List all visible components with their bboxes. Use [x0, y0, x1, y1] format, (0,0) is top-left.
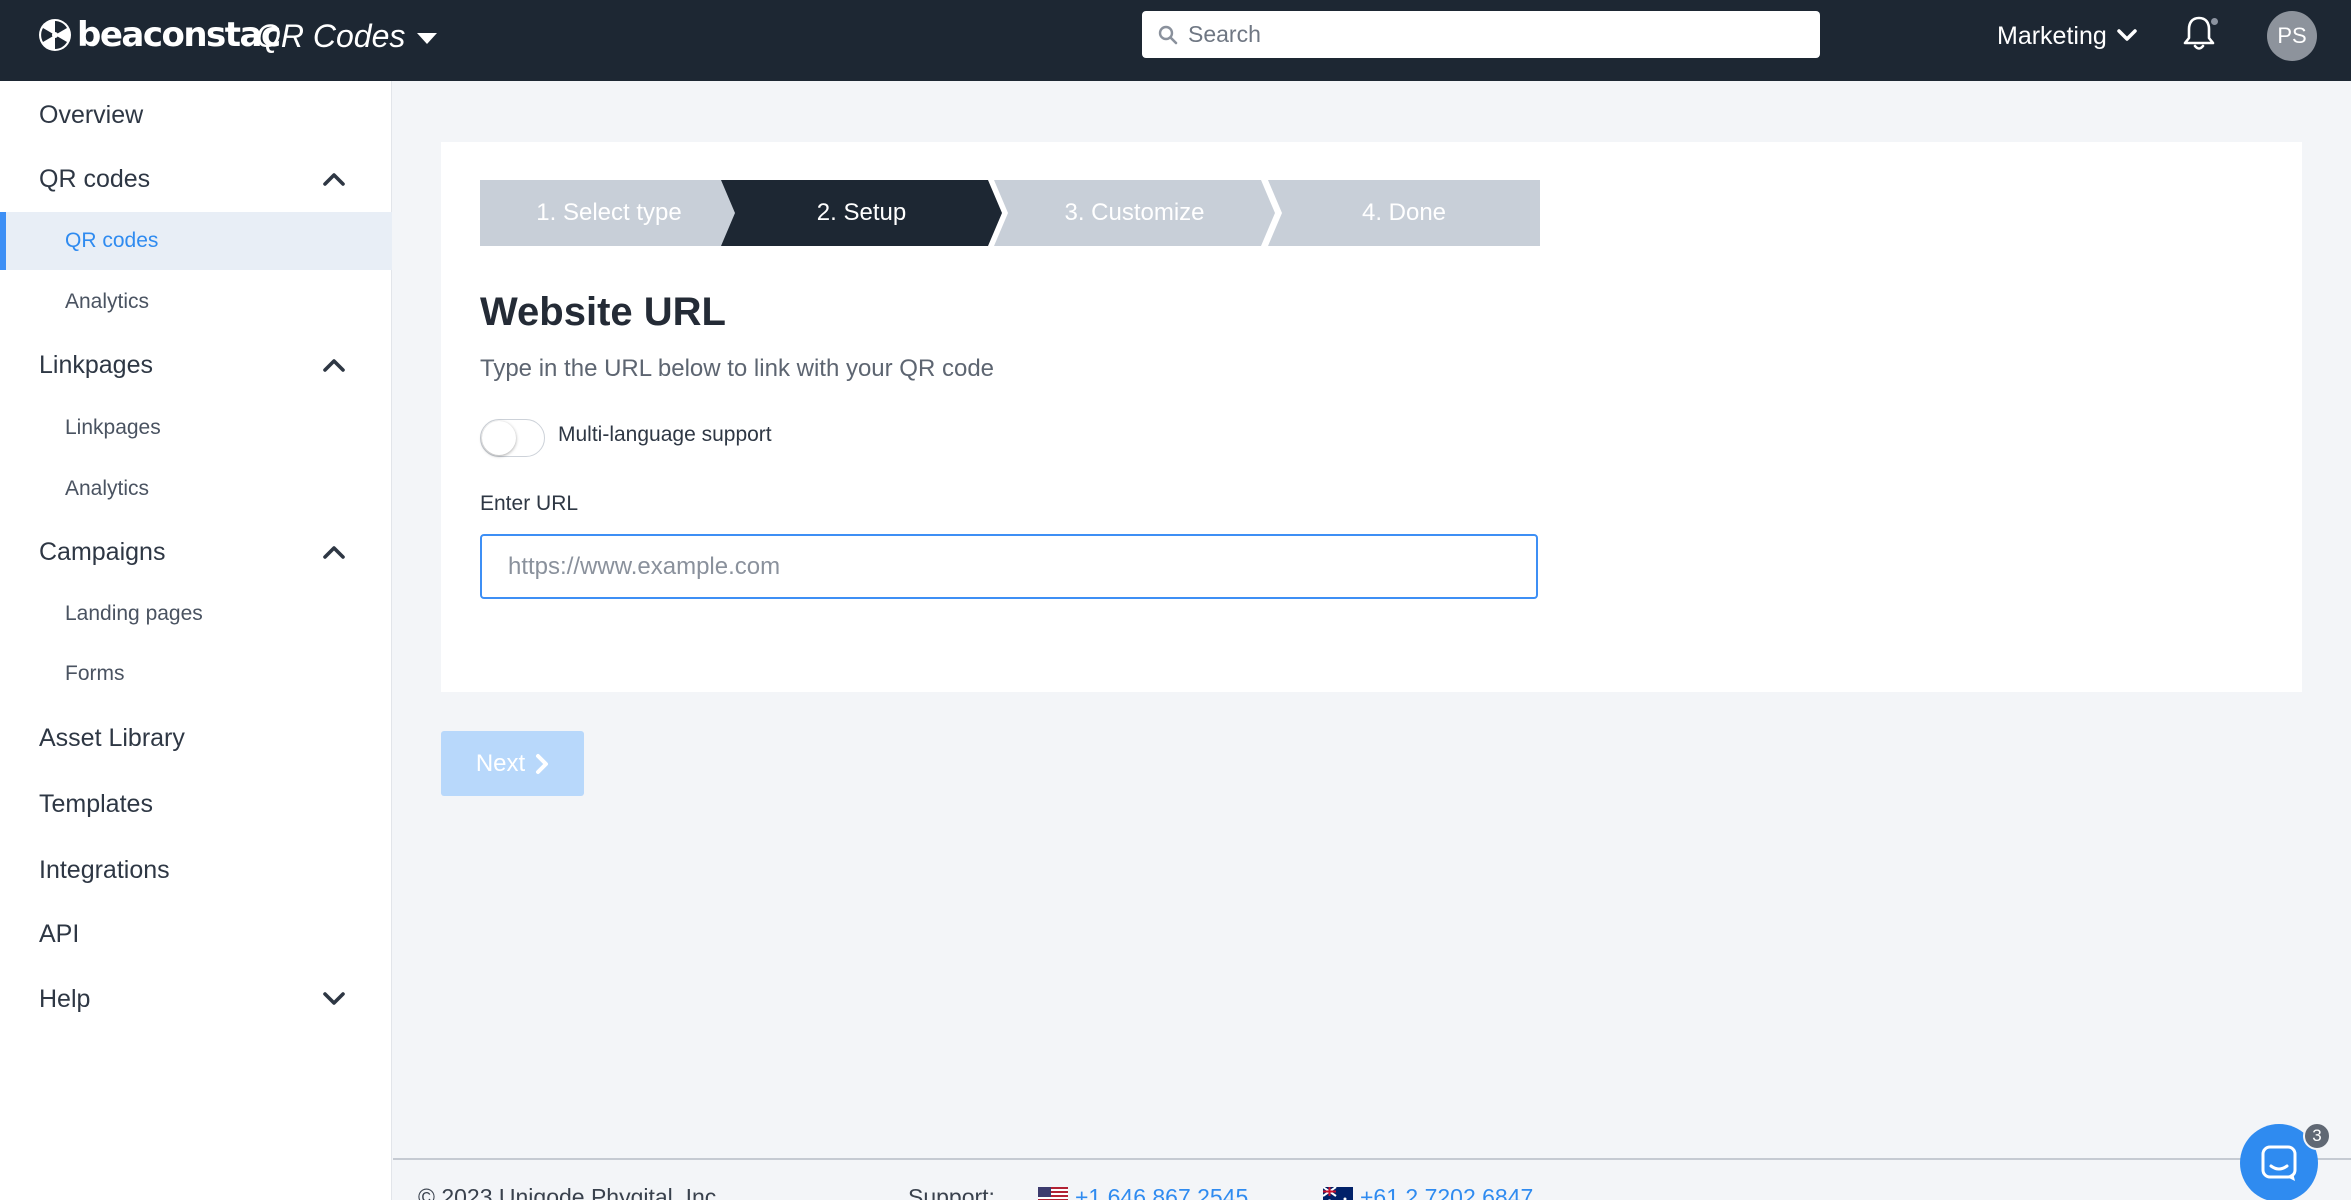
sidebar-item-label: QR codes	[39, 164, 151, 193]
sidebar-item-label: Linkpages	[39, 350, 153, 379]
sidebar-item-label: Analytics	[65, 477, 150, 500]
chevron-up-icon	[323, 359, 345, 372]
chevron-up-icon	[323, 546, 345, 559]
sidebar-item-integrations[interactable]: Integrations	[0, 840, 392, 900]
sidebar-group-campaigns[interactable]: Campaigns	[0, 522, 392, 582]
page-description: Type in the URL below to link with your …	[480, 355, 995, 382]
support-phone-us[interactable]: +1 646 867 2545	[1075, 1184, 1248, 1200]
user-avatar[interactable]: PS	[2267, 11, 2317, 61]
copyright-text: © 2023 Uniqode Phygital, Inc.	[418, 1184, 723, 1200]
sidebar-item-label: Templates	[39, 789, 153, 818]
sidebar-item-forms[interactable]: Forms	[0, 645, 392, 703]
next-button[interactable]: Next	[441, 731, 584, 796]
url-field-label: Enter URL	[480, 492, 579, 515]
beaconstac-logo[interactable]: beaconstac	[38, 15, 281, 55]
multi-language-toggle[interactable]	[480, 419, 545, 457]
sidebar-item-api[interactable]: API	[0, 904, 392, 964]
url-input[interactable]	[480, 534, 1538, 599]
sidebar: Overview QR codes QR codes Analytics Lin…	[0, 81, 392, 1200]
sidebar-item-label: Integrations	[39, 855, 170, 884]
chat-icon	[2261, 1145, 2297, 1181]
notification-dot	[2209, 16, 2220, 27]
search-input[interactable]	[1188, 21, 1788, 48]
sidebar-item-qr-codes[interactable]: QR codes	[0, 212, 392, 270]
support-phone-au[interactable]: +61 2 7202 6847	[1360, 1184, 1533, 1200]
us-flag-icon	[1038, 1187, 1068, 1200]
step-customize[interactable]: 3. Customize	[994, 180, 1275, 246]
progress-stepper: 1. Select type 2. Setup 3. Customize 4. …	[480, 180, 1540, 246]
footer: © 2023 Uniqode Phygital, Inc. Support: +…	[393, 1158, 2351, 1200]
step-label: 2. Setup	[816, 199, 907, 226]
step-setup[interactable]: 2. Setup	[721, 180, 1002, 246]
multi-language-label: Multi-language support	[558, 423, 772, 446]
sidebar-item-label: Analytics	[65, 290, 150, 313]
chevron-up-icon	[323, 173, 345, 186]
notifications-button[interactable]	[2181, 13, 2221, 57]
sidebar-group-linkpages[interactable]: Linkpages	[0, 335, 392, 395]
sidebar-item-templates[interactable]: Templates	[0, 774, 392, 834]
sidebar-item-asset-library[interactable]: Asset Library	[0, 708, 392, 768]
step-select-type[interactable]: 1. Select type	[480, 180, 738, 246]
chat-unread-badge: 3	[2303, 1122, 2331, 1150]
organization-switcher[interactable]: Marketing	[1997, 14, 2137, 58]
sidebar-item-label: Help	[39, 984, 91, 1013]
sidebar-item-overview[interactable]: Overview	[0, 85, 392, 145]
beaconstac-logo-icon	[39, 19, 71, 51]
step-label: 4. Done	[1361, 199, 1447, 226]
sidebar-item-qr-analytics[interactable]: Analytics	[0, 273, 392, 331]
chevron-down-icon	[2117, 29, 2137, 41]
sidebar-item-linkpages-analytics[interactable]: Analytics	[0, 460, 392, 518]
active-indicator	[0, 212, 6, 270]
top-navigation-bar: beaconstac QR Codes Marketing PS	[0, 0, 2351, 81]
sidebar-item-label: Forms	[65, 662, 125, 685]
search-icon	[1158, 25, 1178, 44]
support-label: Support:	[908, 1184, 995, 1200]
sidebar-item-label: QR codes	[65, 229, 159, 252]
sidebar-item-label: API	[39, 919, 80, 948]
sidebar-item-label: Linkpages	[65, 416, 161, 439]
sidebar-item-label: Overview	[39, 100, 144, 129]
sidebar-group-qr-codes[interactable]: QR codes	[0, 149, 392, 209]
page-title: Website URL	[480, 290, 726, 334]
chevron-down-icon	[323, 992, 345, 1005]
product-switcher[interactable]: QR Codes	[256, 14, 438, 58]
search-bar[interactable]	[1142, 11, 1820, 58]
sidebar-item-label: Asset Library	[39, 723, 185, 752]
organization-name: Marketing	[1997, 21, 2107, 50]
step-label: 3. Customize	[1064, 199, 1205, 226]
sidebar-item-label: Landing pages	[65, 602, 203, 625]
product-title: QR Codes	[256, 17, 406, 54]
next-button-label: Next	[475, 749, 526, 777]
step-label: 1. Select type	[536, 199, 682, 226]
sidebar-item-landing-pages[interactable]: Landing pages	[0, 585, 392, 643]
brand-name: beaconstac	[77, 15, 281, 55]
australia-flag-icon	[1323, 1187, 1353, 1200]
step-done[interactable]: 4. Done	[1268, 180, 1540, 246]
sidebar-item-linkpages[interactable]: Linkpages	[0, 399, 392, 457]
sidebar-group-help[interactable]: Help	[0, 969, 392, 1029]
caret-down-icon	[417, 32, 438, 44]
chevron-right-icon	[536, 753, 549, 774]
sidebar-item-label: Campaigns	[39, 537, 166, 566]
toggle-knob	[482, 421, 516, 455]
